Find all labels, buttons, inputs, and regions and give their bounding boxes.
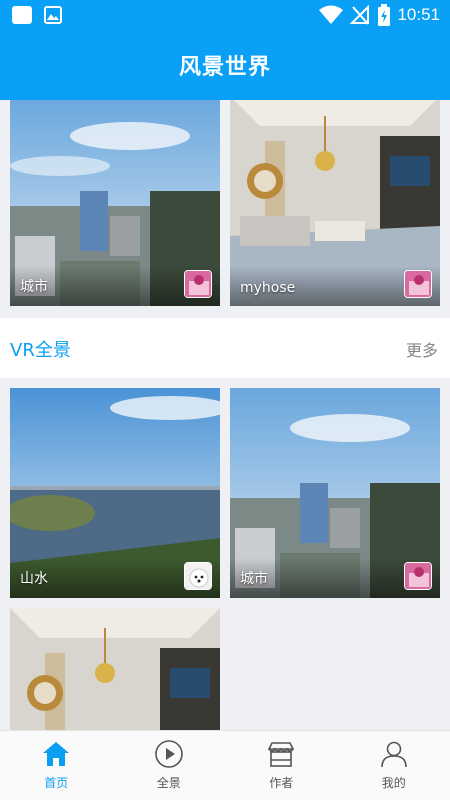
author-avatar xyxy=(404,562,432,590)
scenery-card-myhose[interactable]: myhose xyxy=(230,100,440,306)
scenery-card-city[interactable]: 城市 xyxy=(10,100,220,306)
person-icon xyxy=(380,741,407,768)
tab-home[interactable]: 首页 xyxy=(0,731,113,800)
author-avatar xyxy=(184,270,212,298)
shop-icon xyxy=(267,742,295,767)
vr-section-header: VR全景 更多 xyxy=(0,318,450,378)
vr-card-landscape[interactable]: 山水 xyxy=(10,388,220,598)
card-label: myhose xyxy=(240,280,296,296)
vr-card-city[interactable]: 城市 xyxy=(230,388,440,598)
tab-label: 全景 xyxy=(156,776,181,790)
tab-panorama[interactable]: 全景 xyxy=(113,731,226,800)
card-label: 山水 xyxy=(20,571,48,587)
image-notification-icon xyxy=(44,6,62,24)
interior-photo xyxy=(10,608,220,730)
tab-label: 首页 xyxy=(44,776,69,790)
app-header: 风景世界 xyxy=(0,30,450,100)
signal-off-icon xyxy=(350,5,370,25)
home-icon xyxy=(43,742,70,766)
section-title: VR全景 xyxy=(10,340,71,361)
card-label: 城市 xyxy=(20,279,48,295)
vr-card-interior[interactable] xyxy=(10,608,220,730)
page-title: 风景世界 xyxy=(178,55,271,80)
tab-label: 我的 xyxy=(381,776,406,790)
author-avatar xyxy=(184,562,212,590)
card-label: 城市 xyxy=(240,571,268,587)
play-circle-icon xyxy=(154,740,183,768)
more-link[interactable]: 更多 xyxy=(406,337,438,361)
tab-author[interactable]: 作者 xyxy=(225,731,338,800)
tab-mine[interactable]: 我的 xyxy=(338,731,450,800)
clock-time: 10:51 xyxy=(397,5,440,24)
author-avatar xyxy=(404,270,432,298)
content-scroll[interactable]: 城市 myhose VR全景 更多 山水 城市 xyxy=(0,100,450,730)
notification-app-icon xyxy=(12,6,32,24)
battery-charging-icon xyxy=(378,4,391,26)
status-bar: 10:51 xyxy=(0,0,450,30)
bottom-tab-bar: 首页 全景 作者 我的 xyxy=(0,730,450,800)
tab-label: 作者 xyxy=(269,776,294,790)
wifi-icon xyxy=(319,5,344,24)
